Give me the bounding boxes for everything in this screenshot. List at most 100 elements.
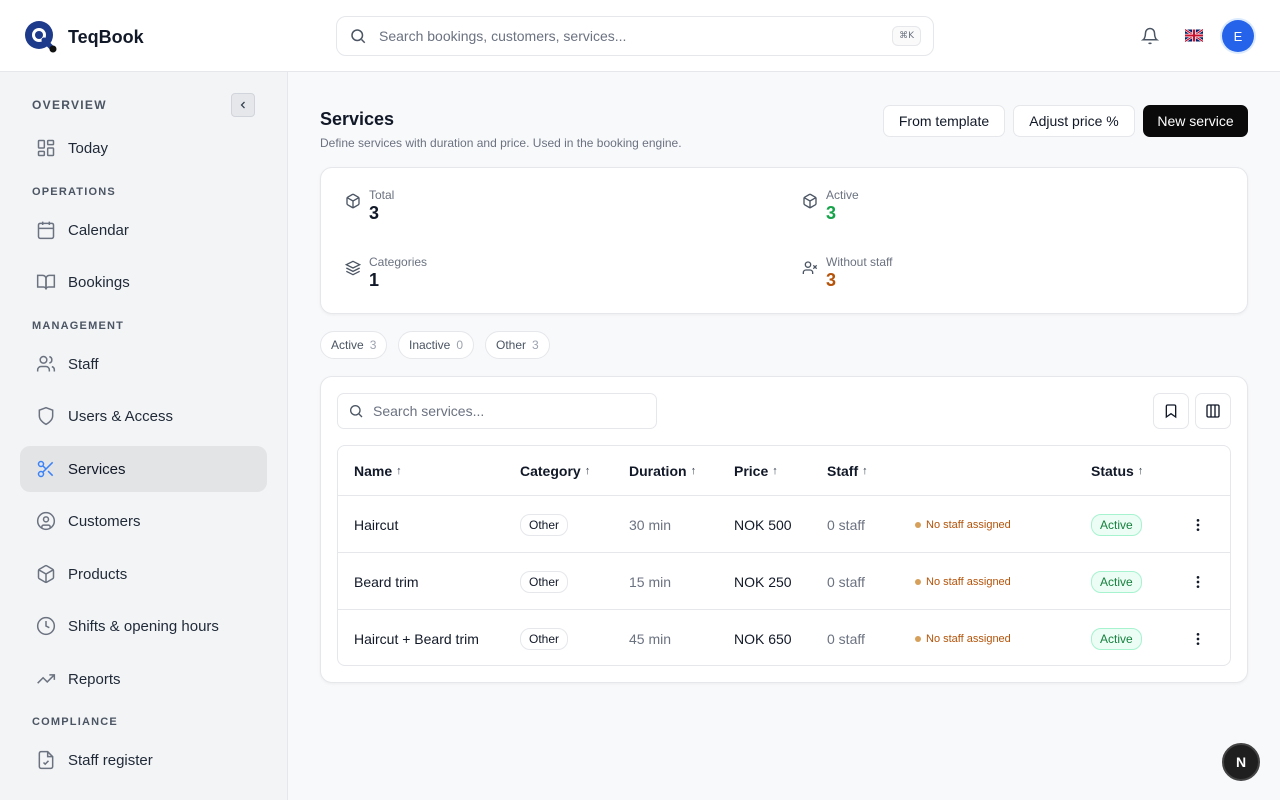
sidebar-item-shifts[interactable]: Shifts & opening hours — [20, 603, 267, 649]
column-header-duration[interactable]: Duration ↑ — [629, 446, 696, 495]
sidebar-item-customers[interactable]: Customers — [20, 498, 267, 544]
cell-staff: 0 staff — [827, 573, 865, 590]
chip-count: 0 — [456, 338, 464, 352]
global-search-input[interactable] — [379, 28, 893, 44]
status-badge: Active — [1091, 513, 1142, 536]
section-label-compliance: COMPLIANCE — [32, 716, 118, 728]
filter-chip-inactive[interactable]: Inactive 0 — [398, 331, 475, 359]
warning-dot — [915, 521, 921, 528]
sort-arrow-icon: ↑ — [1137, 464, 1144, 477]
search-icon — [350, 405, 363, 418]
sidebar-item-label: Staff — [68, 355, 99, 373]
collapse-sidebar-button[interactable] — [231, 93, 255, 117]
column-header-staff[interactable]: Staff ↑ — [827, 446, 868, 495]
table-row[interactable]: Beard trim Other 15 min NOK 250 0 staff … — [338, 552, 1230, 609]
warning-dot — [915, 635, 921, 642]
column-header-status[interactable]: Status ↑ — [1091, 446, 1143, 495]
columns-button[interactable] — [1195, 393, 1231, 429]
stat-label: Active — [826, 188, 859, 202]
from-template-button[interactable]: From template — [883, 105, 1005, 137]
service-search[interactable] — [337, 393, 657, 429]
category-badge: Other — [520, 513, 569, 536]
sidebar-item-label: Customers — [68, 512, 141, 530]
chip-label: Other — [496, 338, 527, 352]
section-label-operations: OPERATIONS — [32, 186, 116, 198]
cell-name: Beard trim — [354, 573, 419, 590]
stats-card: Total 3 Active 3 Categories 1 Without st… — [320, 167, 1248, 314]
no-staff-warning: No staff assigned — [915, 576, 1011, 588]
filter-chip-other[interactable]: Other 3 — [485, 331, 550, 359]
stat-value: 3 — [369, 203, 380, 223]
table-row[interactable]: Haircut + Beard trim Other 45 min NOK 65… — [338, 609, 1230, 665]
package-icon — [803, 193, 817, 209]
column-header-category[interactable]: Category ↑ — [520, 446, 590, 495]
search-shortcut-badge: ⌘K — [892, 26, 921, 46]
warning-dot — [915, 578, 921, 585]
user-x-icon — [802, 261, 818, 274]
table-row[interactable]: Haircut Other 30 min NOK 500 0 staff No … — [338, 495, 1230, 552]
stat-active: Active 3 — [802, 188, 859, 224]
cell-name: Haircut + Beard trim — [354, 630, 479, 647]
columns-icon — [1206, 404, 1220, 418]
page-subtitle: Define services with duration and price.… — [320, 136, 682, 150]
new-service-button[interactable]: New service — [1143, 105, 1248, 137]
user-circle-icon — [36, 511, 56, 531]
category-badge: Other — [520, 570, 569, 593]
package-icon — [37, 564, 55, 584]
filter-chip-active[interactable]: Active 3 — [320, 331, 388, 359]
stat-value: 3 — [826, 270, 837, 290]
stat-categories: Categories 1 — [345, 255, 427, 291]
cell-staff: 0 staff — [827, 630, 865, 647]
section-label-management: MANAGEMENT — [32, 320, 125, 332]
service-search-input[interactable] — [373, 403, 646, 419]
user-avatar[interactable]: E — [1222, 20, 1254, 52]
cell-price: NOK 650 — [734, 630, 792, 647]
nextjs-dev-indicator-button[interactable]: N — [1222, 743, 1260, 781]
sort-arrow-icon: ↑ — [690, 464, 697, 477]
column-header-price[interactable]: Price ↑ — [734, 446, 778, 495]
sidebar-item-today[interactable]: Today — [20, 125, 267, 171]
sidebar-item-label: Staff register — [68, 751, 153, 769]
warning-text: No staff assigned — [926, 575, 1011, 588]
status-badge: Active — [1091, 627, 1142, 650]
chip-count: 3 — [532, 338, 539, 352]
no-staff-warning: No staff assigned — [915, 519, 1011, 531]
trending-up-icon — [37, 674, 56, 684]
more-vertical-icon[interactable] — [1190, 517, 1206, 533]
chip-count: 3 — [369, 338, 377, 352]
sidebar-item-reports[interactable]: Reports — [20, 656, 267, 702]
sidebar-item-label: Calendar — [68, 221, 129, 239]
uk-flag-icon[interactable] — [1185, 29, 1203, 42]
sidebar-item-products[interactable]: Products — [20, 551, 267, 597]
sidebar-item-bookings[interactable]: Bookings — [20, 259, 267, 305]
stat-without-staff: Without staff 3 — [802, 255, 892, 291]
stat-label: Total — [369, 188, 395, 202]
stat-label: Categories — [369, 255, 428, 269]
bell-icon[interactable] — [1141, 27, 1159, 45]
package-icon — [346, 193, 360, 209]
column-header-name[interactable]: Name ↑ — [354, 446, 402, 495]
sort-arrow-icon: ↑ — [584, 464, 591, 477]
status-badge: Active — [1091, 570, 1142, 593]
sidebar-item-services[interactable]: Services — [20, 446, 267, 492]
section-label-overview: OVERVIEW — [32, 98, 107, 112]
clock-icon — [36, 616, 56, 636]
adjust-price-button[interactable]: Adjust price % — [1013, 105, 1135, 137]
cell-price: NOK 250 — [734, 573, 792, 590]
services-table: Name ↑ Category ↑ Duration ↑ Price ↑ Staff ↑ … — [337, 445, 1231, 666]
sort-arrow-icon: ↑ — [396, 464, 402, 477]
more-vertical-icon[interactable] — [1190, 631, 1206, 647]
sidebar-item-users-access[interactable]: Users & Access — [20, 393, 267, 439]
search-icon — [351, 29, 366, 44]
sidebar-item-calendar[interactable]: Calendar — [20, 207, 267, 253]
more-vertical-icon[interactable] — [1190, 574, 1206, 590]
users-icon — [36, 355, 56, 372]
global-search[interactable]: ⌘K — [336, 16, 934, 56]
saved-views-button[interactable] — [1153, 393, 1189, 429]
logo-icon — [25, 21, 57, 53]
sidebar-item-label: Shifts & opening hours — [68, 617, 219, 635]
sidebar-item-staff[interactable]: Staff — [20, 341, 267, 387]
app-logo[interactable]: TeqBook — [24, 20, 144, 54]
sidebar-item-staff-register[interactable]: Staff register — [20, 737, 267, 783]
stat-label: Without staff — [826, 255, 893, 269]
